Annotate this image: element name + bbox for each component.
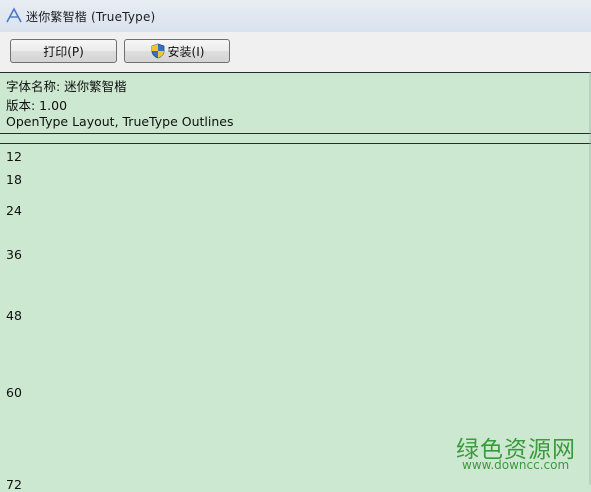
font-name-label: 字体名称: 迷你繁智楷 [6,79,127,94]
install-button-label: 安装(I) [167,44,205,59]
size-sample-18: 18 [6,172,22,187]
size-sample-24: 24 [6,203,22,218]
size-sample-36: 36 [6,247,22,262]
size-sample-12: 12 [6,149,22,164]
title-bar[interactable]: 迷你繁智楷 (TrueType) [0,0,591,33]
print-button-label: 打印(P) [43,44,84,59]
toolbar: 打印(P) 安装(I) [0,32,591,72]
size-sample-48: 48 [6,308,22,323]
print-button[interactable]: 打印(P) [10,39,117,63]
size-sample-60: 60 [6,385,22,400]
font-features-label: OpenType Layout, TrueType Outlines [6,114,234,129]
watermark-url: www.downcc.com [462,458,570,472]
font-version-label: 版本: 1.00 [6,98,68,113]
uac-shield-icon [151,43,164,59]
install-button[interactable]: 安装(I) [124,39,230,63]
font-viewer-app-icon [6,7,22,23]
window-title: 迷你繁智楷 (TrueType) [26,10,156,24]
info-divider-bottom [0,143,591,144]
info-divider-top [0,133,591,134]
toolbar-divider [0,72,591,73]
